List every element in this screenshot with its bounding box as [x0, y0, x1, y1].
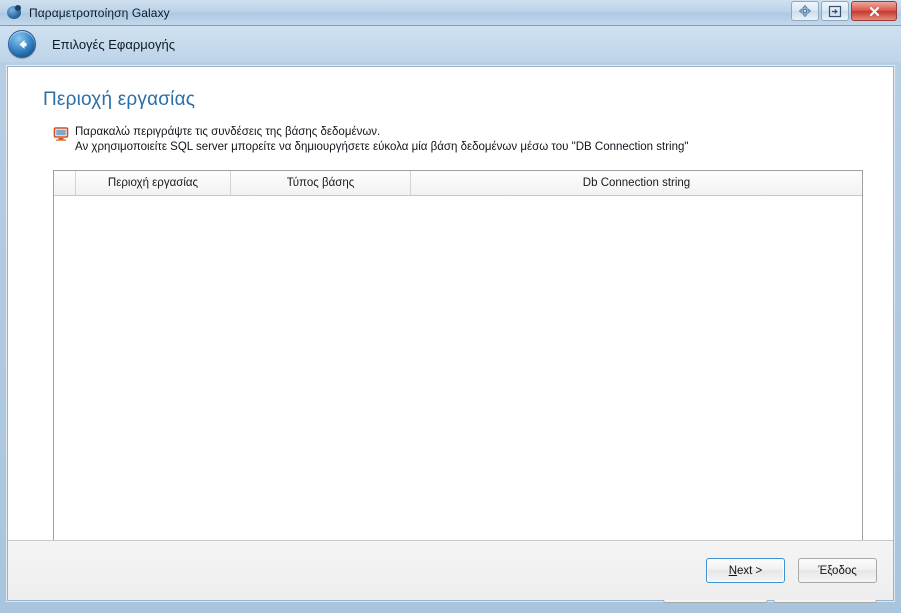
grid-column-workspace[interactable]: Περιοχή εργασίας: [76, 171, 231, 195]
next-button[interactable]: Next >: [706, 558, 785, 583]
next-button-mnemonic: N: [728, 564, 738, 577]
exit-button[interactable]: Έξοδος: [798, 558, 877, 583]
monitor-icon: [53, 127, 69, 141]
restore-icon[interactable]: [821, 1, 849, 21]
move-icon[interactable]: [791, 1, 819, 21]
application-window: Παραμετροποίηση Galaxy Επιλογές Εφαρμογή…: [0, 0, 901, 613]
page-title: Περιοχή εργασίας: [43, 89, 196, 110]
back-button[interactable]: [8, 30, 36, 58]
navigation-bar: Επιλογές Εφαρμογής: [0, 26, 901, 62]
next-button-label: ext >: [737, 564, 763, 577]
title-bar: Παραμετροποίηση Galaxy: [0, 0, 901, 26]
workspace-grid: Περιοχή εργασίας Τύπος βάσης Db Connecti…: [53, 170, 863, 573]
instruction-line-1: Παρακαλώ περιγράψτε τις συνδέσεις της βά…: [75, 126, 381, 138]
client-area: Περιοχή εργασίας Παρακαλώ περιγράψτε τις…: [7, 66, 894, 603]
galaxy-icon: [7, 4, 23, 21]
footer-bar: Next > Έξοδος: [8, 540, 893, 600]
instruction-line-2: Αν χρησιμοποιείτε SQL server μπορείτε να…: [75, 141, 689, 153]
grid-column-db-type[interactable]: Τύπος βάσης: [231, 171, 411, 195]
grid-column-db-connection-string[interactable]: Db Connection string: [411, 171, 862, 195]
window-controls: [791, 1, 897, 21]
navigation-title: Επιλογές Εφαρμογής: [52, 36, 175, 52]
grid-header-row: Περιοχή εργασίας Τύπος βάσης Db Connecti…: [54, 171, 862, 196]
close-icon[interactable]: [851, 1, 897, 21]
back-arrow-icon: [19, 39, 26, 49]
instructions-block: Παρακαλώ περιγράψτε τις συνδέσεις της βά…: [53, 125, 688, 155]
grid-body[interactable]: [54, 196, 862, 549]
window-title: Παραμετροποίηση Galaxy: [29, 5, 170, 20]
grid-column-row-indicator[interactable]: [54, 171, 76, 195]
